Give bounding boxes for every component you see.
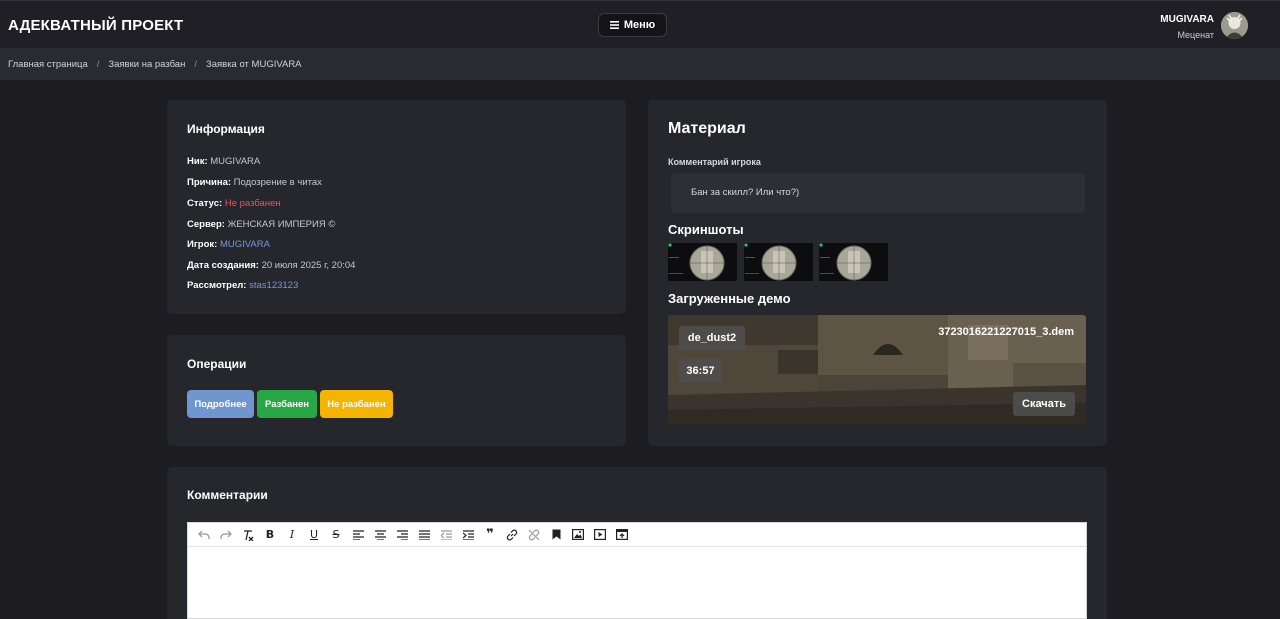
avatar[interactable] <box>1221 12 1248 39</box>
user-role: Меценат <box>1177 30 1214 40</box>
underline-icon[interactable]: U <box>303 525 325 545</box>
hamburger-icon <box>609 21 619 29</box>
info-card: Информация Ник: MUGIVARA Причина: Подозр… <box>167 100 626 314</box>
screenshot-thumbnail[interactable] <box>744 243 813 281</box>
screenshot-thumbnail[interactable] <box>668 243 737 281</box>
link-icon[interactable] <box>501 525 523 545</box>
comments-title: Комментарии <box>187 488 268 502</box>
breadcrumb-bar: Главная страница / Заявки на разбан / За… <box>0 48 1280 80</box>
breadcrumb-separator: / <box>96 59 100 70</box>
align-right-icon[interactable] <box>391 525 413 545</box>
user-info[interactable]: MUGIVARA Меценат <box>1160 14 1214 40</box>
info-row-player: Игрок: MUGIVARA <box>187 239 270 250</box>
not-unban-button[interactable]: Не разбанен <box>320 390 393 418</box>
info-row-reason: Причина: Подозрение в читах <box>187 177 322 188</box>
top-bar: АДЕКВАТНЫЙ ПРОЕКТ Меню MUGIVARA Меценат <box>0 0 1280 48</box>
demo-card: de_dust2 36:57 3723016221227015_3.dem Ск… <box>668 315 1086 425</box>
info-title: Информация <box>187 122 265 136</box>
align-left-icon[interactable] <box>347 525 369 545</box>
info-row-created: Дата создания: 20 июля 2025 г, 20:04 <box>187 260 356 271</box>
italic-icon[interactable]: I <box>281 525 303 545</box>
unlink-icon[interactable] <box>523 525 545 545</box>
video-icon[interactable] <box>589 525 611 545</box>
demo-filename: 3723016221227015_3.dem <box>938 326 1074 338</box>
embed-icon[interactable] <box>611 525 633 545</box>
material-title: Материал <box>668 120 746 137</box>
menu-button[interactable]: Меню <box>598 13 667 37</box>
user-name: MUGIVARA <box>1160 14 1214 25</box>
demo-duration-chip: 36:57 <box>679 359 722 383</box>
unban-button[interactable]: Разбанен <box>257 390 317 418</box>
screenshot-thumbnail[interactable] <box>819 243 888 281</box>
avatar-image <box>1221 12 1248 39</box>
bookmark-icon[interactable] <box>545 525 567 545</box>
brand-logo[interactable]: АДЕКВАТНЫЙ ПРОЕКТ <box>8 17 183 34</box>
demos-title: Загруженные демо <box>668 291 791 306</box>
info-row-server: Сервер: ЖЕНСКАЯ ИМПЕРИЯ © <box>187 219 336 230</box>
undo-icon[interactable] <box>193 525 215 545</box>
player-link[interactable]: MUGIVARA <box>220 239 270 250</box>
reviewer-link[interactable]: stas123123 <box>249 280 298 291</box>
menu-label: Меню <box>623 19 656 31</box>
info-row-status: Статус: Не разбанен <box>187 198 281 209</box>
screenshot-image <box>668 243 737 281</box>
indent-icon[interactable] <box>457 525 479 545</box>
bold-icon[interactable]: B <box>259 525 281 545</box>
screenshot-image <box>744 243 813 281</box>
download-button[interactable]: Скачать <box>1013 392 1075 416</box>
info-row-reviewer: Рассмотрел: stas123123 <box>187 280 299 291</box>
status-badge: Не разбанен <box>224 198 281 209</box>
breadcrumb-unban-requests[interactable]: Заявки на разбан <box>108 59 185 70</box>
editor-toolbar: B I U S ❞ <box>188 523 1086 547</box>
blockquote-icon[interactable]: ❞ <box>479 525 501 545</box>
breadcrumb-home[interactable]: Главная страница <box>8 59 88 70</box>
demo-map-chip: de_dust2 <box>679 326 745 350</box>
image-icon[interactable] <box>567 525 589 545</box>
breadcrumb-separator: / <box>194 59 197 70</box>
strikethrough-icon[interactable]: S <box>325 525 347 545</box>
player-comment: Бан за скилл? Или что?) <box>671 173 1085 213</box>
breadcrumb: Главная страница / Заявки на разбан / За… <box>8 59 302 70</box>
operations-title: Операции <box>187 357 247 371</box>
info-row-nick: Ник: MUGIVARA <box>187 156 261 167</box>
clear-format-icon[interactable] <box>237 525 259 545</box>
align-justify-icon[interactable] <box>413 525 435 545</box>
screenshots-title: Скриншоты <box>668 222 744 237</box>
screenshot-image <box>819 243 888 281</box>
align-center-icon[interactable] <box>369 525 391 545</box>
details-button[interactable]: Подробнее <box>187 390 254 418</box>
comment-editor[interactable]: B I U S ❞ <box>187 522 1087 619</box>
player-comment-label: Комментарий игрока <box>668 157 761 167</box>
redo-icon[interactable] <box>215 525 237 545</box>
outdent-icon[interactable] <box>435 525 457 545</box>
breadcrumb-current: Заявка от MUGIVARA <box>205 59 302 70</box>
